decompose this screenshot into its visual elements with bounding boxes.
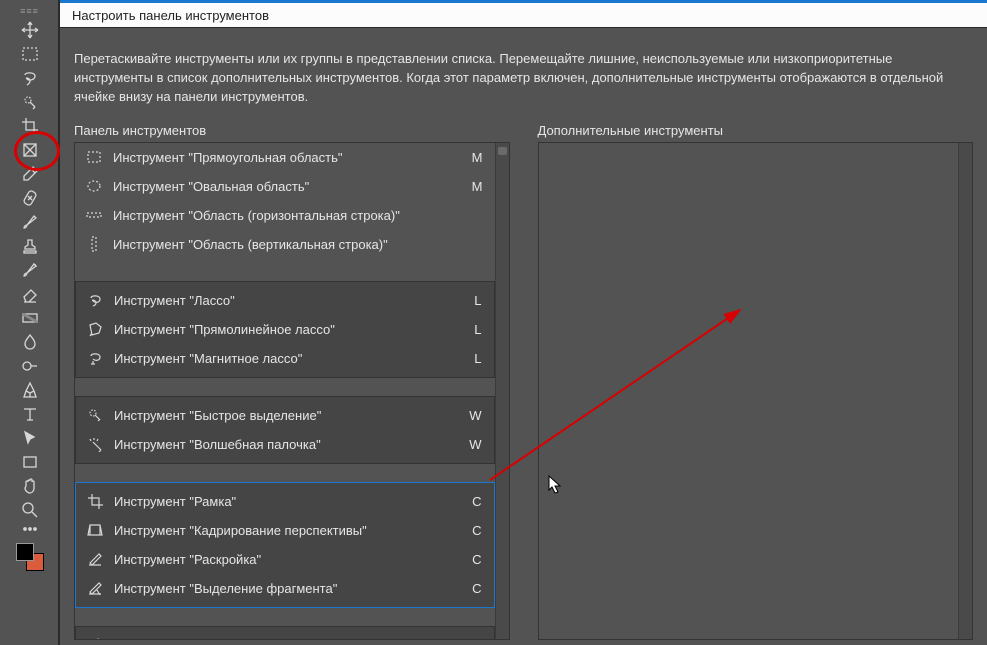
tool-row[interactable]: Инструмент "Прямоугольная область"M bbox=[83, 143, 487, 172]
tool-group[interactable]: Инструмент "Рамка"CИнструмент "Кадрирова… bbox=[75, 482, 495, 608]
tool-shortcut: L bbox=[462, 293, 486, 308]
tool-label: Инструмент "Быстрое выделение" bbox=[114, 408, 462, 423]
crop-icon bbox=[84, 493, 106, 509]
gradient-tool[interactable] bbox=[15, 306, 45, 330]
tool-label: Инструмент "Лассо" bbox=[114, 293, 462, 308]
tool-shortcut: C bbox=[462, 581, 486, 596]
tool-label: Инструмент "Прямолинейное лассо" bbox=[114, 322, 462, 337]
tool-label: Инструмент "Выделение фрагмента" bbox=[114, 581, 462, 596]
wand-icon bbox=[84, 436, 106, 452]
quick-select-tool[interactable] bbox=[15, 90, 45, 114]
vertical-toolbar: ≡≡≡ bbox=[0, 0, 60, 645]
tool-label: Инструмент "Область (вертикальная строка… bbox=[113, 237, 463, 252]
eraser-tool[interactable] bbox=[15, 282, 45, 306]
color-swatches[interactable] bbox=[15, 542, 45, 572]
brush-tool[interactable] bbox=[15, 210, 45, 234]
oval-marquee-icon bbox=[83, 178, 105, 194]
tool-shortcut: W bbox=[462, 408, 486, 423]
tool-shortcut: W bbox=[462, 437, 486, 452]
zoom-tool[interactable] bbox=[15, 498, 45, 522]
tool-shortcut: C bbox=[462, 494, 486, 509]
tool-label: Инструмент "Пипетка" bbox=[114, 638, 462, 639]
quick-select-icon bbox=[84, 407, 106, 423]
type-tool[interactable] bbox=[15, 402, 45, 426]
tool-shortcut: I bbox=[462, 638, 486, 639]
dialog-title: Настроить панель инструментов bbox=[72, 8, 269, 23]
tool-row[interactable]: Инструмент "Раскройка"C bbox=[84, 545, 486, 574]
rect-marquee-icon bbox=[83, 149, 105, 165]
pen-tool[interactable] bbox=[15, 378, 45, 402]
slice-icon bbox=[84, 551, 106, 567]
hand-tool[interactable] bbox=[15, 474, 45, 498]
tool-row[interactable]: Инструмент "Прямолинейное лассо"L bbox=[84, 315, 486, 344]
dropper-tool[interactable] bbox=[15, 162, 45, 186]
tool-shortcut: M bbox=[463, 179, 487, 194]
history-brush-tool[interactable] bbox=[15, 258, 45, 282]
tool-shortcut: L bbox=[462, 351, 486, 366]
extra-tools-list[interactable] bbox=[538, 142, 974, 640]
rectangle-tool[interactable] bbox=[15, 450, 45, 474]
scrollbar[interactable] bbox=[495, 143, 509, 639]
persp-crop-icon bbox=[84, 522, 106, 538]
dialog-description: Перетаскивайте инструменты или их группы… bbox=[74, 50, 973, 107]
tool-row[interactable]: Инструмент "Быстрое выделение"W bbox=[84, 401, 486, 430]
crop-tool[interactable] bbox=[15, 114, 45, 138]
tool-label: Инструмент "Раскройка" bbox=[114, 552, 462, 567]
move-tool[interactable] bbox=[15, 18, 45, 42]
scrollbar[interactable] bbox=[958, 143, 972, 639]
right-column-title: Дополнительные инструменты bbox=[538, 123, 974, 138]
tool-group[interactable]: Инструмент "Лассо"LИнструмент "Прямолине… bbox=[75, 281, 495, 378]
toolbar-list: Инструмент "Прямоугольная область"MИнстр… bbox=[74, 142, 510, 640]
frame-tool[interactable] bbox=[15, 138, 45, 162]
tool-label: Инструмент "Область (горизонтальная стро… bbox=[113, 208, 463, 223]
col-marquee-icon bbox=[83, 236, 105, 252]
tool-group[interactable]: Инструмент "Пипетка"I bbox=[75, 626, 495, 639]
dialog-title-bar[interactable]: Настроить панель инструментов bbox=[60, 0, 987, 28]
scrollbar-thumb[interactable] bbox=[498, 147, 507, 155]
tool-row[interactable]: Инструмент "Рамка"C bbox=[84, 487, 486, 516]
lasso-tool[interactable] bbox=[15, 66, 45, 90]
tool-shortcut: C bbox=[462, 552, 486, 567]
tool-label: Инструмент "Магнитное лассо" bbox=[114, 351, 462, 366]
rect-marquee-tool[interactable] bbox=[15, 42, 45, 66]
tool-row[interactable]: Инструмент "Лассо"L bbox=[84, 286, 486, 315]
poly-lasso-icon bbox=[84, 321, 106, 337]
dodge-tool[interactable] bbox=[15, 354, 45, 378]
row-marquee-icon bbox=[83, 207, 105, 223]
tool-shortcut: C bbox=[462, 523, 486, 538]
blur-tool[interactable] bbox=[15, 330, 45, 354]
healing-tool[interactable] bbox=[15, 186, 45, 210]
tool-row[interactable]: Инструмент "Кадрирование перспективы"C bbox=[84, 516, 486, 545]
tool-label: Инструмент "Кадрирование перспективы" bbox=[114, 523, 462, 538]
tool-shortcut: L bbox=[462, 322, 486, 337]
tool-row[interactable]: Инструмент "Область (вертикальная строка… bbox=[83, 230, 487, 259]
tool-group[interactable]: Инструмент "Быстрое выделение"WИнструмен… bbox=[75, 396, 495, 464]
slice-select-icon bbox=[84, 580, 106, 596]
path-select-tool[interactable] bbox=[15, 426, 45, 450]
tool-label: Инструмент "Овальная область" bbox=[113, 179, 463, 194]
customize-toolbar-dialog: Настроить панель инструментов Перетаскив… bbox=[60, 0, 987, 645]
mag-lasso-icon bbox=[84, 350, 106, 366]
tool-row[interactable]: Инструмент "Овальная область"M bbox=[83, 172, 487, 201]
drag-grip-icon[interactable]: ≡≡≡ bbox=[10, 6, 50, 16]
left-column-title: Панель инструментов bbox=[74, 123, 510, 138]
more-tools-button[interactable] bbox=[15, 522, 45, 536]
tool-row[interactable]: Инструмент "Пипетка"I bbox=[84, 631, 486, 639]
tool-group[interactable]: Инструмент "Прямоугольная область"MИнстр… bbox=[75, 143, 495, 263]
tool-label: Инструмент "Прямоугольная область" bbox=[113, 150, 463, 165]
fg-color-swatch[interactable] bbox=[16, 543, 34, 561]
tool-row[interactable]: Инструмент "Выделение фрагмента"C bbox=[84, 574, 486, 603]
dropper-icon bbox=[84, 637, 106, 639]
tool-row[interactable]: Инструмент "Магнитное лассо"L bbox=[84, 344, 486, 373]
tool-row[interactable]: Инструмент "Волшебная палочка"W bbox=[84, 430, 486, 459]
tool-row[interactable]: Инструмент "Область (горизонтальная стро… bbox=[83, 201, 487, 230]
tool-label: Инструмент "Волшебная палочка" bbox=[114, 437, 462, 452]
tool-shortcut: M bbox=[463, 150, 487, 165]
tool-label: Инструмент "Рамка" bbox=[114, 494, 462, 509]
stamp-tool[interactable] bbox=[15, 234, 45, 258]
lasso-icon bbox=[84, 292, 106, 308]
